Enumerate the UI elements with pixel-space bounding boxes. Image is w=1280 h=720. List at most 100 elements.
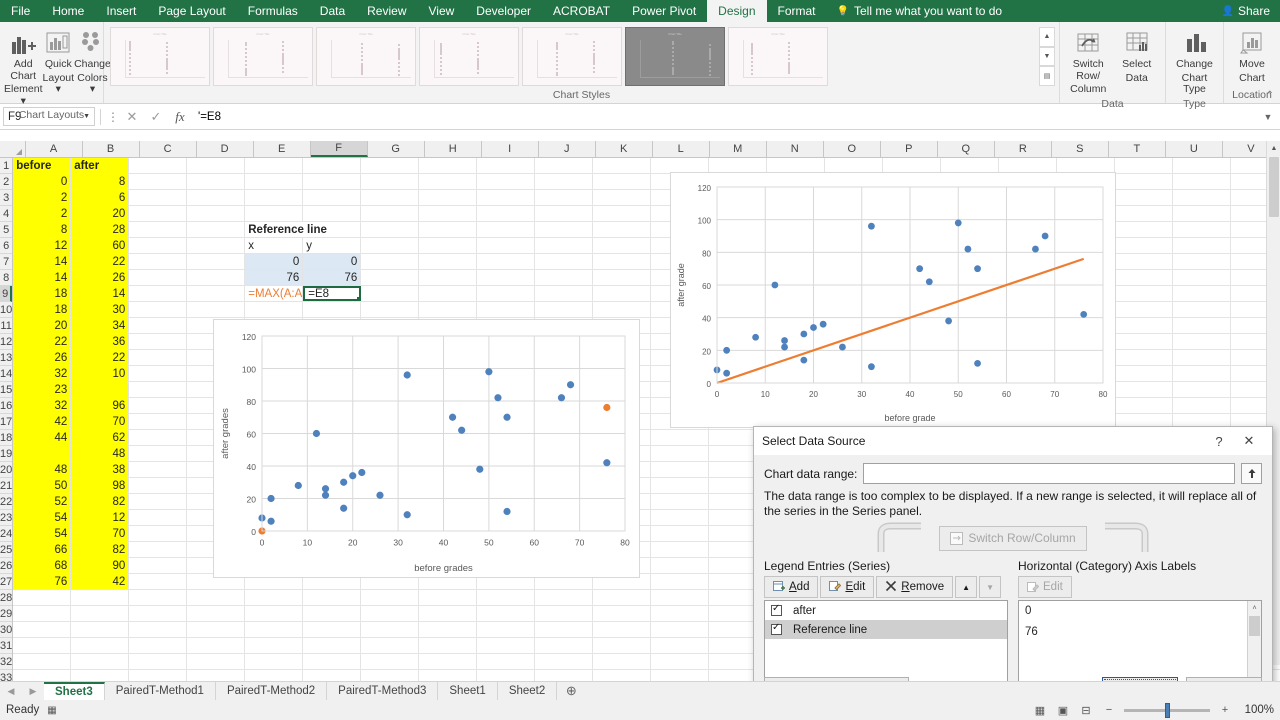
- cell-B31[interactable]: [71, 638, 130, 653]
- cell-C30[interactable]: [129, 622, 188, 637]
- cell-C12[interactable]: [129, 334, 188, 349]
- ribbon-tab-page-layout[interactable]: Page Layout: [147, 0, 236, 22]
- legend-list-item[interactable]: Reference line: [765, 620, 1007, 639]
- column-header-D[interactable]: D: [196, 141, 254, 157]
- cell-I3[interactable]: [477, 190, 536, 205]
- chart-style-thumbnail[interactable]: Chart Title: [728, 27, 828, 86]
- row-header-8[interactable]: 8: [0, 270, 13, 286]
- data-point[interactable]: [1041, 232, 1049, 240]
- cell-B33[interactable]: [71, 670, 130, 681]
- column-header-G[interactable]: G: [367, 141, 425, 157]
- cell-B26[interactable]: 90: [71, 558, 130, 573]
- cell-H1[interactable]: [419, 158, 478, 173]
- cell-L27[interactable]: [651, 574, 710, 589]
- cell-J4[interactable]: [535, 206, 594, 221]
- cell-C5[interactable]: [129, 222, 188, 237]
- cell-A23[interactable]: 54: [13, 510, 72, 525]
- cell-B17[interactable]: 70: [71, 414, 130, 429]
- row-header-23[interactable]: 23: [0, 510, 13, 526]
- cell-F5[interactable]: [361, 222, 420, 237]
- cell-H31[interactable]: [419, 638, 478, 653]
- row-header-24[interactable]: 24: [0, 526, 13, 542]
- help-question-icon[interactable]: ?: [1204, 428, 1234, 454]
- cell-B14[interactable]: 10: [71, 366, 130, 381]
- data-point[interactable]: [723, 346, 731, 354]
- cell-K29[interactable]: [593, 606, 652, 621]
- row-header-30[interactable]: 30: [0, 622, 13, 638]
- cell-F2[interactable]: [303, 174, 362, 189]
- cell-U11[interactable]: [1173, 318, 1232, 333]
- column-header-U[interactable]: U: [1165, 141, 1223, 157]
- cell-C11[interactable]: [129, 318, 188, 333]
- cell-T3[interactable]: [1115, 190, 1174, 205]
- data-point[interactable]: [781, 343, 788, 351]
- cell-Q1[interactable]: [941, 158, 1000, 173]
- cell-I5[interactable]: [535, 222, 594, 237]
- cell-J32[interactable]: [535, 654, 594, 669]
- cell-T13[interactable]: [1115, 350, 1174, 365]
- data-point[interactable]: [964, 245, 972, 253]
- row-header-4[interactable]: 4: [0, 206, 13, 222]
- data-point[interactable]: [916, 265, 924, 273]
- cell-E10[interactable]: [245, 302, 304, 317]
- cell-F8[interactable]: 76: [303, 270, 362, 285]
- row-header-20[interactable]: 20: [0, 462, 13, 478]
- column-header-H[interactable]: H: [424, 141, 482, 157]
- cell-A21[interactable]: 50: [13, 478, 72, 493]
- cell-A27[interactable]: 76: [13, 574, 72, 589]
- zoom-slider[interactable]: [1124, 702, 1210, 718]
- data-point[interactable]: [340, 478, 348, 486]
- cell-U14[interactable]: [1173, 366, 1232, 381]
- cell-C28[interactable]: [129, 590, 188, 605]
- cell-I8[interactable]: [477, 270, 536, 285]
- cell-I2[interactable]: [477, 174, 536, 189]
- cell-K3[interactable]: [593, 190, 652, 205]
- cell-L29[interactable]: [651, 606, 710, 621]
- cell-G8[interactable]: [361, 270, 420, 285]
- row-header-29[interactable]: 29: [0, 606, 13, 622]
- cell-K10[interactable]: [593, 302, 652, 317]
- cell-I6[interactable]: [477, 238, 536, 253]
- cell-B16[interactable]: 96: [71, 398, 130, 413]
- cell-J29[interactable]: [535, 606, 594, 621]
- cell-J5[interactable]: [593, 222, 652, 237]
- cell-I9[interactable]: [477, 286, 536, 301]
- column-header-S[interactable]: S: [1051, 141, 1109, 157]
- data-point[interactable]: [403, 511, 411, 519]
- cell-H7[interactable]: [419, 254, 478, 269]
- chart-style-thumbnail[interactable]: Chart Title: [316, 27, 416, 86]
- cell-T10[interactable]: [1115, 302, 1174, 317]
- cell-A11[interactable]: 20: [13, 318, 72, 333]
- cell-T4[interactable]: [1115, 206, 1174, 221]
- cell-B18[interactable]: 62: [71, 430, 130, 445]
- cell-B22[interactable]: 82: [71, 494, 130, 509]
- row-header-5[interactable]: 5: [0, 222, 13, 238]
- legend-add-button[interactable]: Add: [764, 576, 819, 598]
- cell-J1[interactable]: [535, 158, 594, 173]
- cell-G2[interactable]: [361, 174, 420, 189]
- cell-F6[interactable]: y: [303, 238, 362, 253]
- cell-A3[interactable]: 2: [13, 190, 72, 205]
- cell-K30[interactable]: [593, 622, 652, 637]
- cell-J6[interactable]: [535, 238, 594, 253]
- cell-G6[interactable]: [361, 238, 420, 253]
- cell-A26[interactable]: 68: [13, 558, 72, 573]
- chart-style-thumbnail[interactable]: Chart Title: [419, 27, 519, 86]
- cell-H33[interactable]: [419, 670, 478, 681]
- cell-L20[interactable]: [651, 462, 710, 477]
- cell-H4[interactable]: [419, 206, 478, 221]
- cell-K1[interactable]: [593, 158, 652, 173]
- cell-A20[interactable]: 48: [13, 462, 72, 477]
- cell-E4[interactable]: [245, 206, 304, 221]
- ribbon-button-change[interactable]: Change Chart Type: [1170, 26, 1219, 96]
- cell-I1[interactable]: [477, 158, 536, 173]
- cell-F3[interactable]: [303, 190, 362, 205]
- cell-H8[interactable]: [419, 270, 478, 285]
- scroll-up-icon[interactable]: ▲: [1267, 141, 1280, 155]
- gallery-scroll-down-icon[interactable]: ▼: [1039, 46, 1055, 67]
- cell-I29[interactable]: [477, 606, 536, 621]
- tell-me-box[interactable]: 💡 Tell me what you want to do: [827, 0, 1013, 22]
- cell-D9[interactable]: [187, 286, 246, 301]
- cell-F29[interactable]: [303, 606, 362, 621]
- cell-J3[interactable]: [535, 190, 594, 205]
